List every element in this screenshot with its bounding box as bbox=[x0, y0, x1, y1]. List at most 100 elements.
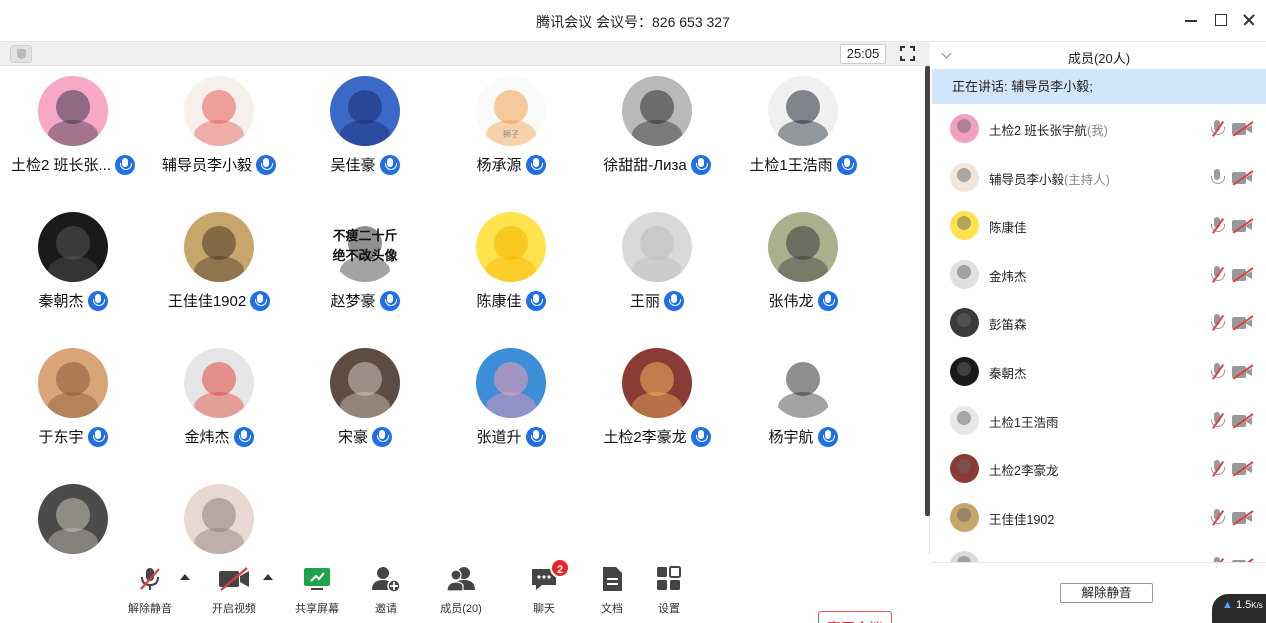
mic-muted-icon[interactable] bbox=[1210, 314, 1225, 332]
member-row[interactable]: 土检1王浩雨 bbox=[932, 396, 1266, 445]
participant-tile[interactable]: 王丽 bbox=[584, 202, 730, 322]
participant-tile[interactable]: 于东宇 bbox=[0, 338, 146, 458]
member-row[interactable]: 彭笛森 bbox=[932, 298, 1266, 347]
camera-off-icon[interactable] bbox=[1232, 218, 1254, 234]
mic-status-icon bbox=[87, 426, 108, 447]
participant-grid: 土检2 班长张... 辅导员李小毅吴佳豪 狮子杨承源 徐甜甜-Лиза 土检1王浩雨秦朝… bbox=[0, 66, 930, 554]
close-icon[interactable] bbox=[1242, 12, 1258, 28]
leave-meeting-button[interactable]: 离开会议 bbox=[818, 611, 892, 623]
mic-status-icon bbox=[817, 426, 838, 447]
video-options-caret[interactable] bbox=[263, 574, 273, 580]
participant-avatar bbox=[38, 484, 108, 554]
audio-options-caret[interactable] bbox=[180, 574, 190, 580]
participant-tile[interactable]: 秦朝杰 bbox=[0, 202, 146, 322]
mic-muted-icon[interactable] bbox=[1210, 363, 1225, 381]
member-avatar bbox=[950, 357, 979, 386]
participant-avatar bbox=[184, 212, 254, 282]
participant-avatar bbox=[476, 348, 546, 418]
participant-tile[interactable]: 土检2李豪龙 bbox=[584, 338, 730, 458]
invite-label: 邀请 bbox=[375, 603, 397, 615]
grid-scrollbar[interactable] bbox=[925, 66, 930, 516]
meeting-window: 腾讯会议 会议号：826 653 327 25:05 土检2 班长张... 辅导员… bbox=[0, 0, 1266, 623]
participant-tile[interactable] bbox=[146, 474, 292, 554]
member-avatar bbox=[950, 454, 979, 484]
unmute-all-button[interactable]: 解除静音 bbox=[1060, 583, 1153, 603]
participant-nameplate: 陈康佳 bbox=[438, 290, 584, 311]
participant-avatar bbox=[38, 212, 108, 282]
participant-tile[interactable]: 吴佳豪 bbox=[292, 66, 438, 186]
window-title: 腾讯会议 会议号：826 653 327 bbox=[536, 14, 730, 30]
participant-tile[interactable]: 狮子 杨承源 bbox=[438, 66, 584, 186]
participant-nameplate: 金炜杰 bbox=[146, 426, 292, 447]
participant-tile[interactable]: 金炜杰 bbox=[146, 338, 292, 458]
mic-icon[interactable] bbox=[1210, 168, 1225, 187]
member-row[interactable]: 陈康佳 bbox=[932, 201, 1266, 250]
maximize-icon[interactable] bbox=[1214, 12, 1230, 28]
members-panel-header: 成员(20人) bbox=[932, 42, 1266, 70]
chat-button[interactable]: 2 聊天 bbox=[509, 558, 579, 618]
members-icon bbox=[447, 567, 475, 592]
mic-muted-icon[interactable] bbox=[1210, 217, 1225, 235]
member-row[interactable]: 辅导员李小毅(主持人) bbox=[932, 153, 1266, 202]
security-shield-icon[interactable] bbox=[10, 45, 32, 63]
participant-tile[interactable]: 辅导员李小毅 bbox=[146, 66, 292, 186]
camera-off-icon[interactable] bbox=[1232, 412, 1254, 429]
mic-status-icon bbox=[256, 154, 276, 175]
participant-tile[interactable]: 徐甜甜-Лиза bbox=[584, 66, 730, 186]
participant-avatar bbox=[768, 76, 838, 146]
meeting-timer: 25:05 bbox=[840, 44, 886, 64]
camera-off-icon[interactable] bbox=[1232, 461, 1254, 477]
participant-nameplate: 土检1王浩雨 bbox=[730, 154, 876, 175]
start-video-button[interactable]: 开启视频 bbox=[199, 566, 269, 618]
share-screen-button[interactable]: 共享屏幕 bbox=[282, 566, 352, 618]
mic-muted-icon[interactable] bbox=[1210, 120, 1225, 138]
mic-muted-icon[interactable] bbox=[1210, 411, 1225, 430]
settings-button[interactable]: 设置 bbox=[634, 566, 704, 618]
participant-tile[interactable]: 不瘦二十斤 绝不改头像 赵梦豪 bbox=[292, 202, 438, 322]
participant-tile[interactable]: 杨宇航 bbox=[730, 338, 876, 458]
participant-tile[interactable]: 陈康佳 bbox=[438, 202, 584, 322]
member-row[interactable]: 秦朝杰 bbox=[932, 347, 1266, 396]
camera-off-icon[interactable] bbox=[1232, 267, 1254, 283]
participant-tile[interactable]: 张道升 bbox=[438, 338, 584, 458]
fullscreen-icon[interactable] bbox=[900, 46, 915, 61]
member-name-text: 土检1王浩雨 bbox=[989, 415, 1059, 430]
minimize-icon[interactable] bbox=[1184, 12, 1200, 28]
member-name-text: 王佳佳1902 bbox=[989, 512, 1055, 527]
members-panel: 成员(20人) 正在讲话: 辅导员李小毅; 土检2 班长张宇航(我) 辅导员李小毅… bbox=[932, 42, 1266, 623]
participant-tile[interactable]: 土检1王浩雨 bbox=[730, 66, 876, 186]
unmute-button[interactable]: 解除静音 bbox=[115, 566, 185, 618]
camera-off-icon[interactable] bbox=[1232, 364, 1254, 380]
invite-button[interactable]: 邀请 bbox=[351, 566, 421, 618]
participant-nameplate: 杨宇航 bbox=[730, 426, 876, 447]
mic-muted-icon[interactable] bbox=[1210, 508, 1225, 527]
member-row[interactable]: 王丽 bbox=[932, 541, 1266, 562]
mic-muted-icon[interactable] bbox=[1210, 265, 1225, 284]
participant-tile[interactable]: 宋豪 bbox=[292, 338, 438, 458]
participant-tile[interactable]: 张伟龙 bbox=[730, 202, 876, 322]
member-name-text: 陈康佳 bbox=[989, 221, 1027, 236]
participant-tile[interactable] bbox=[0, 474, 146, 554]
upload-arrow-icon: ▲ bbox=[1222, 599, 1233, 611]
camera-off-icon[interactable] bbox=[1232, 169, 1254, 186]
participant-name: 吴佳豪 bbox=[330, 157, 376, 174]
camera-off-icon[interactable] bbox=[1232, 510, 1254, 526]
member-row[interactable]: 金炜杰 bbox=[932, 250, 1266, 299]
avatar-caption: 狮子 bbox=[503, 130, 519, 139]
participant-tile[interactable]: 土检2 班长张... bbox=[0, 66, 146, 186]
participant-nameplate: 杨承源 bbox=[438, 154, 584, 175]
participant-avatar bbox=[330, 76, 400, 146]
member-row[interactable]: 土检2李豪龙 bbox=[932, 444, 1266, 493]
camera-off-icon[interactable] bbox=[1232, 121, 1254, 137]
camera-off-icon[interactable] bbox=[1232, 315, 1254, 331]
participant-tile[interactable]: 王佳佳1902 bbox=[146, 202, 292, 322]
member-name: 陈康佳 bbox=[989, 217, 1027, 236]
participant-nameplate: 吴佳豪 bbox=[292, 154, 438, 175]
member-row[interactable]: 王佳佳1902 bbox=[932, 493, 1266, 542]
member-name: 土检1王浩雨 bbox=[989, 412, 1058, 431]
member-name-text: 彭笛森 bbox=[989, 318, 1027, 333]
participant-name: 赵梦豪 bbox=[330, 293, 376, 310]
members-button[interactable]: 成员(20) bbox=[426, 566, 496, 618]
mic-muted-icon[interactable] bbox=[1210, 460, 1225, 478]
member-row[interactable]: 土检2 班长张宇航(我) bbox=[932, 104, 1266, 153]
